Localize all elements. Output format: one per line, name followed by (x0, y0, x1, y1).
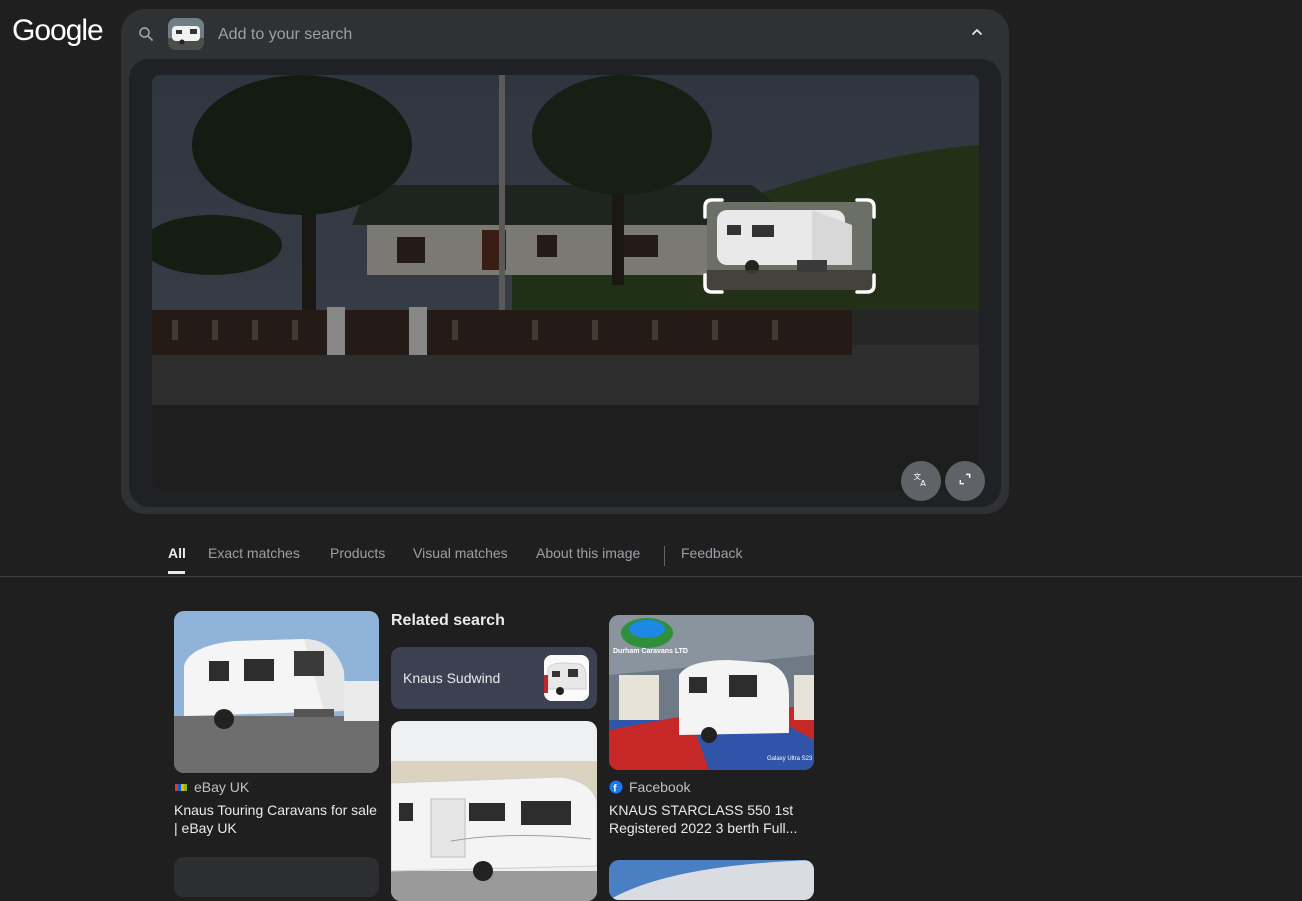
related-search-heading: Related search (391, 612, 505, 629)
result-image-bottom[interactable] (609, 860, 814, 900)
result-image-ebay[interactable] (174, 611, 379, 773)
image-frame: 文A (129, 59, 1001, 507)
search-icon[interactable] (137, 25, 155, 43)
search-bar (121, 9, 1009, 59)
tab-products[interactable]: Products (330, 545, 385, 561)
related-search-label: Knaus Sudwind (403, 670, 501, 686)
tab-divider (664, 546, 665, 566)
search-image-thumbnail[interactable] (168, 18, 204, 50)
fullscreen-button[interactable] (945, 461, 985, 501)
result-source-label: Facebook (629, 779, 691, 795)
facebook-icon: f (609, 780, 623, 795)
related-search-thumbnail (544, 655, 589, 701)
active-tab-indicator (168, 571, 185, 574)
translate-icon: 文A (912, 470, 930, 493)
related-search-chip[interactable]: Knaus Sudwind (391, 647, 597, 709)
fullscreen-icon (958, 472, 972, 491)
google-logo[interactable]: Google (12, 14, 104, 48)
search-panel: 文A (121, 9, 1009, 514)
collapse-button[interactable] (963, 21, 991, 47)
related-search-image[interactable] (391, 721, 597, 901)
search-input[interactable] (216, 23, 820, 47)
result-source-label: eBay UK (194, 779, 250, 795)
tab-all[interactable]: All (168, 545, 186, 561)
chevron-up-icon (969, 24, 985, 45)
results-tabs: All Exact matches Products Visual matche… (0, 536, 1302, 577)
tab-exact-matches[interactable]: Exact matches (208, 545, 300, 561)
result-image-placeholder[interactable] (174, 857, 379, 897)
tab-feedback[interactable]: Feedback (681, 545, 742, 561)
result-source-facebook[interactable]: f Facebook (609, 779, 690, 795)
result-title-ebay[interactable]: Knaus Touring Caravans for sale | eBay U… (174, 801, 384, 837)
tab-visual-matches[interactable]: Visual matches (413, 545, 508, 561)
source-image[interactable] (152, 75, 979, 491)
durham-logo-text: Durham Caravans LTD (613, 648, 688, 655)
svg-text:A: A (920, 477, 926, 487)
tab-about-this-image[interactable]: About this image (536, 545, 640, 561)
result-image-facebook[interactable]: Durham Caravans LTD Galaxy Ultra S23 (609, 615, 814, 770)
result-source-ebay[interactable]: eBay UK (174, 779, 249, 795)
result-title-facebook[interactable]: KNAUS STARCLASS 550 1st Registered 2022 … (609, 801, 814, 837)
translate-button[interactable]: 文A (901, 461, 941, 501)
image-caption: Galaxy Ultra S23 (767, 756, 813, 762)
ebay-icon (174, 780, 188, 794)
